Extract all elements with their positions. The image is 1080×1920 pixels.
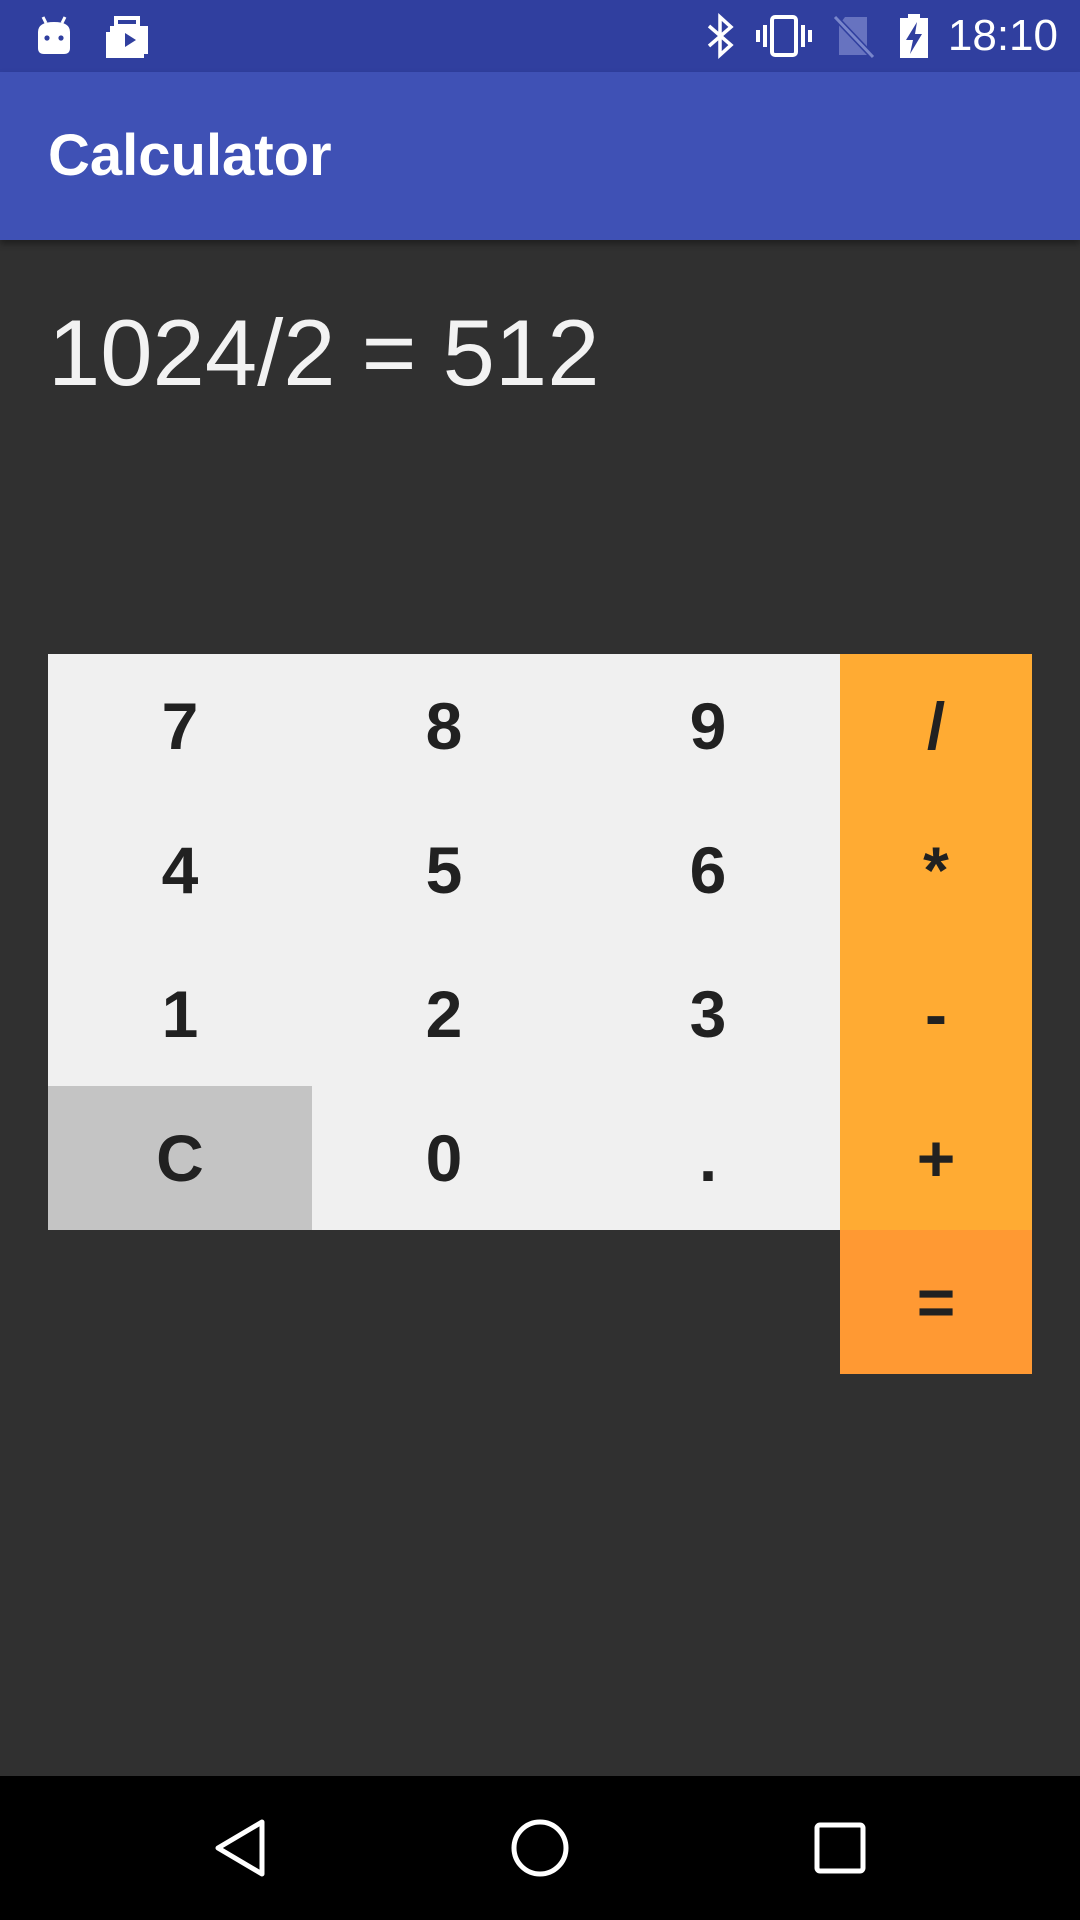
key-6[interactable]: 6 bbox=[576, 798, 840, 942]
key-decimal[interactable]: . bbox=[576, 1086, 840, 1230]
key-subtract[interactable]: - bbox=[840, 942, 1032, 1086]
android-notification-icon bbox=[32, 12, 76, 60]
status-time: 18:10 bbox=[947, 11, 1058, 60]
key-3[interactable]: 3 bbox=[576, 942, 840, 1086]
battery-charging-icon bbox=[896, 12, 932, 60]
key-4[interactable]: 4 bbox=[48, 798, 312, 942]
home-icon[interactable] bbox=[504, 1812, 576, 1884]
key-2[interactable]: 2 bbox=[312, 942, 576, 1086]
key-clear[interactable]: C bbox=[48, 1086, 312, 1230]
key-8[interactable]: 8 bbox=[312, 654, 576, 798]
key-equals[interactable]: = bbox=[840, 1230, 1032, 1374]
key-5[interactable]: 5 bbox=[312, 798, 576, 942]
keypad: 7 8 9 / 4 5 6 * 1 2 3 - C 0 . + = bbox=[48, 654, 1032, 1374]
result-display: 1024/2 = 512 bbox=[48, 300, 600, 405]
status-bar: 18:10 bbox=[0, 0, 1080, 72]
no-sim-icon bbox=[832, 12, 876, 60]
navigation-bar bbox=[0, 1776, 1080, 1920]
key-0[interactable]: 0 bbox=[312, 1086, 576, 1230]
key-add[interactable]: + bbox=[840, 1086, 1032, 1230]
key-7[interactable]: 7 bbox=[48, 654, 312, 798]
key-9[interactable]: 9 bbox=[576, 654, 840, 798]
briefcase-play-icon bbox=[102, 12, 152, 60]
key-multiply[interactable]: * bbox=[840, 798, 1032, 942]
key-divide[interactable]: / bbox=[840, 654, 1032, 798]
key-1[interactable]: 1 bbox=[48, 942, 312, 1086]
bluetooth-icon bbox=[700, 12, 740, 60]
back-icon[interactable] bbox=[204, 1812, 276, 1884]
app-bar: Calculator bbox=[0, 72, 1080, 240]
recents-icon[interactable] bbox=[804, 1812, 876, 1884]
vibrate-icon bbox=[756, 12, 812, 60]
app-title: Calculator bbox=[48, 123, 332, 188]
